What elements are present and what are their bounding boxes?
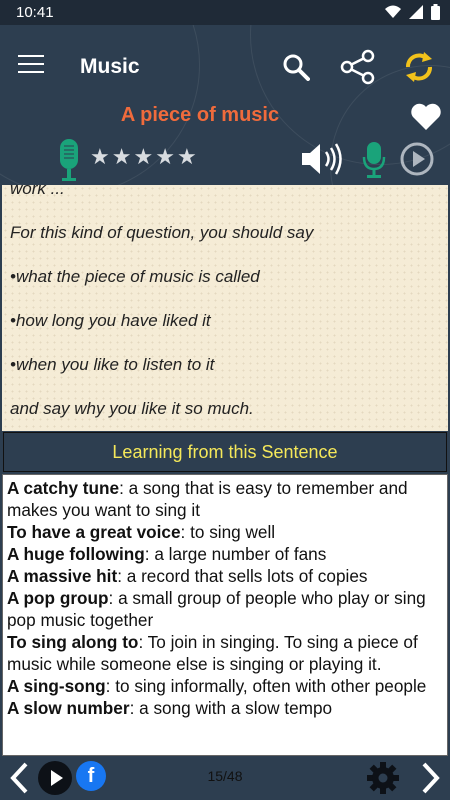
list-item: To have a great voice: to sing well — [7, 521, 443, 543]
list-item: A pop group: a small group of people who… — [7, 587, 443, 631]
status-icons — [385, 4, 440, 20]
menu-icon-line — [18, 71, 44, 73]
wifi-icon — [385, 5, 401, 18]
vocab-definition: : to sing informally, often with other p… — [105, 676, 427, 696]
star-icon[interactable]: ★ — [177, 146, 197, 168]
menu-icon-line — [18, 63, 44, 65]
speaker-icon[interactable] — [300, 141, 346, 177]
learning-section-title: Learning from this Sentence — [3, 432, 447, 472]
passage-text: work ... For this kind of question, you … — [2, 185, 448, 431]
passage-line: For this kind of question, you should sa… — [10, 223, 314, 242]
vocab-term: A massive hit — [7, 566, 118, 586]
vocab-definition: : a record that sells lots of copies — [117, 566, 368, 586]
star-icon[interactable]: ★ — [112, 146, 132, 168]
vocab-definition: : a large number of fans — [144, 544, 327, 564]
status-time: 10:41 — [16, 4, 54, 21]
star-icon[interactable]: ★ — [133, 146, 153, 168]
play-circle-icon[interactable] — [400, 142, 434, 176]
lesson-subtitle: A piece of music — [120, 104, 280, 126]
vocab-term: A catchy tune — [7, 478, 120, 498]
vocab-term: To have a great voice — [7, 522, 181, 542]
passage-line: •when you like to listen to it — [10, 355, 215, 374]
vocab-term: A huge following — [7, 544, 145, 564]
list-item: A huge following: a large number of fans — [7, 543, 443, 565]
star-icon[interactable]: ★ — [90, 146, 110, 168]
list-item: A sing-song: to sing informally, often w… — [7, 675, 443, 697]
chevron-right-icon[interactable] — [420, 761, 442, 795]
vocab-term: A pop group — [7, 588, 109, 608]
list-item: To sing along to: To join in singing. To… — [7, 631, 443, 675]
menu-icon-line — [18, 55, 44, 57]
menu-button[interactable] — [18, 55, 44, 77]
battery-icon — [431, 4, 440, 20]
vocabulary-list: A catchy tune: a song that is easy to re… — [2, 474, 448, 756]
favorite-heart-icon[interactable] — [410, 101, 442, 131]
star-icon[interactable]: ★ — [155, 146, 175, 168]
passage-line: and say why you like it so much. — [10, 399, 254, 418]
list-item: A slow number: a song with a slow tempo — [7, 697, 443, 719]
passage-line: •how long you have liked it — [10, 311, 211, 330]
list-item: A massive hit: a record that sells lots … — [7, 565, 443, 587]
passage-line: •what the piece of music is called — [10, 267, 260, 286]
status-bar: 10:41 — [0, 0, 450, 25]
vocab-term: A sing-song — [7, 676, 106, 696]
passage-line: work ... — [10, 185, 65, 198]
vocab-definition: : to sing well — [180, 522, 276, 542]
bottom-navigation-bar: f 15/48 — [0, 756, 450, 800]
search-icon[interactable] — [282, 53, 310, 81]
microphone-icon[interactable] — [58, 138, 80, 182]
record-microphone-icon[interactable] — [362, 141, 386, 179]
vocab-term: To sing along to — [7, 632, 139, 652]
sync-icon[interactable] — [402, 49, 436, 85]
vocab-term: A slow number — [7, 698, 130, 718]
app-header: Music A piece of music ★ ★ ★ ★ ★ — [0, 25, 450, 185]
share-icon[interactable] — [340, 49, 376, 85]
gear-icon[interactable] — [366, 761, 400, 795]
page-title: Music — [80, 55, 140, 78]
rating-stars[interactable]: ★ ★ ★ ★ ★ — [90, 146, 197, 168]
list-item: A catchy tune: a song that is easy to re… — [7, 477, 443, 521]
signal-icon — [409, 5, 423, 19]
vocab-definition: : a song with a slow tempo — [129, 698, 333, 718]
